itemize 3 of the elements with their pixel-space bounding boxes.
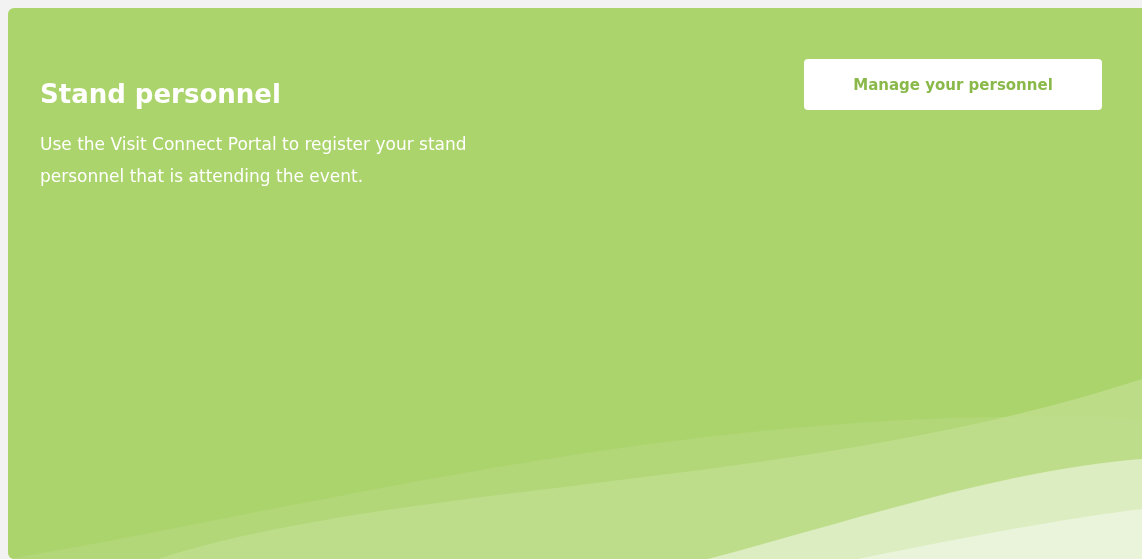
card-description: Use the Visit Connect Portal to register your stand personnel that is attending the event. — [40, 133, 468, 188]
manage-personnel-button[interactable]: Manage your personnel — [804, 59, 1102, 110]
card-title: Stand personnel — [40, 78, 282, 110]
